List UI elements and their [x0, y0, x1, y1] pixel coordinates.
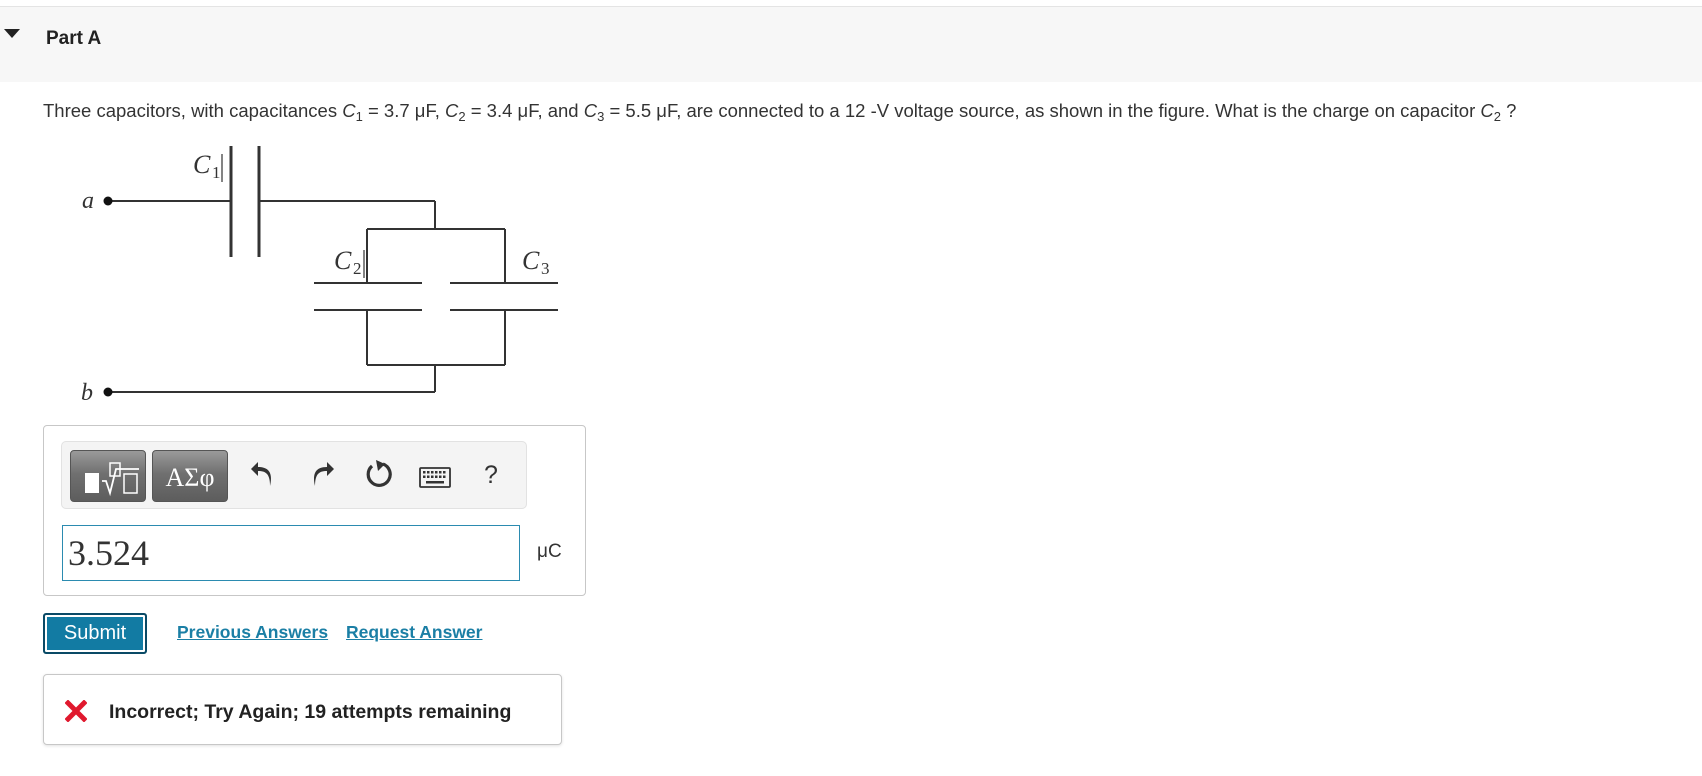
answer-box: ΑΣφ ? 3.524 μC [43, 425, 586, 596]
incorrect-x-icon [65, 700, 87, 722]
previous-answers-link[interactable]: Previous Answers [177, 622, 328, 643]
part-title: Part A [46, 28, 102, 49]
keyboard-icon[interactable] [419, 467, 451, 489]
reset-icon[interactable] [363, 458, 395, 490]
terminal-b-label: b [81, 380, 93, 406]
c2-subscript: 2 [353, 259, 362, 278]
question-text: Three capacitors, with capacitances C1 =… [43, 100, 1517, 124]
greek-symbols-button[interactable]: ΑΣφ [152, 450, 228, 502]
c1-label: C [193, 150, 211, 179]
feedback-box: Incorrect; Try Again; 19 attempts remain… [43, 674, 562, 745]
c1-subscript: 1 [212, 163, 221, 182]
redo-icon[interactable] [309, 460, 335, 490]
c3-subscript: 3 [541, 259, 550, 278]
submit-button[interactable]: Submit [43, 613, 147, 654]
greek-symbols-icon: ΑΣφ [165, 463, 215, 492]
collapse-triangle-icon[interactable] [4, 29, 20, 38]
templates-icon [85, 462, 139, 497]
undo-icon[interactable] [250, 460, 276, 490]
terminal-b-dot [103, 387, 113, 397]
c3-label: C [522, 246, 540, 275]
terminal-a-label: a [82, 188, 94, 214]
c2-label: C [334, 246, 352, 275]
part-header[interactable]: Part A [0, 7, 1702, 82]
request-answer-link[interactable]: Request Answer [346, 622, 482, 643]
answer-unit: μC [537, 541, 562, 562]
terminal-a-dot [103, 196, 113, 206]
math-toolbar: ΑΣφ ? [61, 441, 527, 509]
help-icon[interactable]: ? [484, 461, 498, 490]
circuit-figure: a b C C C 1 2 3 [81, 146, 558, 406]
templates-button[interactable] [70, 450, 146, 502]
feedback-message: Incorrect; Try Again; 19 attempts remain… [109, 701, 512, 723]
answer-input[interactable]: 3.524 [62, 525, 520, 581]
